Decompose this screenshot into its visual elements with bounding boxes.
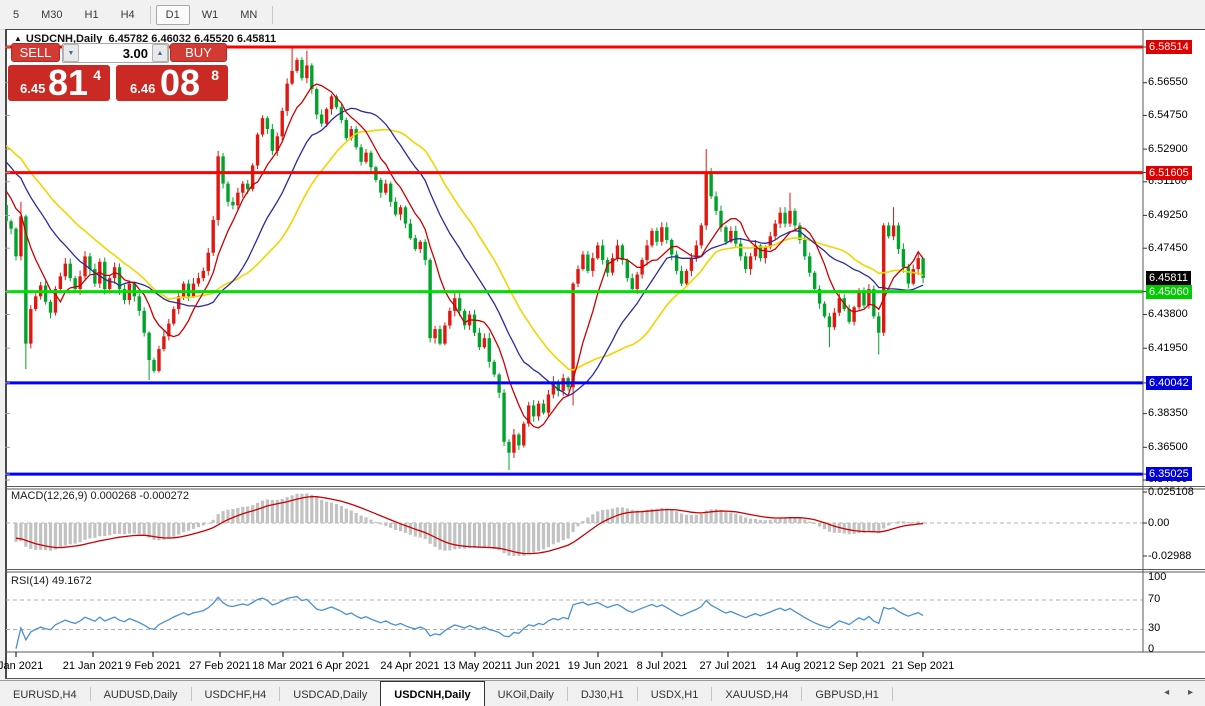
toolbar-separator	[272, 6, 273, 24]
timeframe-button-mn[interactable]: MN	[230, 5, 267, 25]
chart-tab-bar: EURUSD,H4AUDUSD,DailyUSDCHF,H4USDCAD,Dai…	[0, 680, 1205, 706]
timeframe-button-h4[interactable]: H4	[111, 5, 145, 25]
chart-tab-usdchf[interactable]: USDCHF,H4	[192, 681, 280, 706]
sell-button[interactable]: SELL	[11, 43, 60, 62]
timeframe-button-h1[interactable]: H1	[75, 5, 109, 25]
chart-tab-audusd[interactable]: AUDUSD,Daily	[91, 681, 191, 706]
chart-tab-usdcnh[interactable]: USDCNH,Daily	[380, 681, 484, 706]
sell-price-prefix: 6.45	[20, 81, 45, 96]
timeframe-button-m30[interactable]: M30	[31, 5, 72, 25]
chart-tab-gbpusd[interactable]: GBPUSD,H1	[802, 681, 892, 706]
tab-scroll-arrows[interactable]: ◂ ▸	[1164, 687, 1201, 698]
volume-input[interactable]	[79, 44, 152, 62]
timeframe-button-w1[interactable]: W1	[192, 5, 229, 25]
buy-button[interactable]: BUY	[170, 43, 227, 62]
volume-increase-button[interactable]: ▲	[152, 44, 168, 62]
sell-price-big: 81	[48, 65, 88, 101]
buy-price-block[interactable]: 6.46 08 8	[116, 65, 228, 101]
buy-price-big: 08	[160, 65, 200, 101]
chart-tab-usdx[interactable]: USDX,H1	[638, 681, 712, 706]
buy-price-prefix: 6.46	[130, 81, 155, 96]
chart-tab-xauusd[interactable]: XAUUSD,H4	[712, 681, 801, 706]
buy-price-pip: 8	[211, 67, 219, 83]
toolbar-separator	[150, 6, 151, 24]
mt4-terminal: 5M30H1H4D1W1MN ▲USDCNH,Daily 6.45782 6.4…	[0, 0, 1205, 706]
chart-tab-usdcad[interactable]: USDCAD,Daily	[280, 681, 380, 706]
sell-price-block[interactable]: 6.45 81 4	[8, 65, 110, 101]
volume-decrease-button[interactable]: ▼	[63, 44, 79, 62]
timeframe-toolbar: 5M30H1H4 D1W1MN	[0, 0, 1205, 30]
timeframe-button-5[interactable]: 5	[3, 5, 29, 25]
tab-separator	[892, 687, 893, 701]
sell-price-pip: 4	[93, 67, 101, 83]
one-click-trade-panel: SELL ▼ ▲ BUY 6.45 81 4 6.46 08 8	[8, 43, 229, 101]
price-chart-canvas[interactable]	[5, 29, 1205, 679]
volume-group: ▼ ▲	[62, 43, 169, 63]
chart-tab-eurusd[interactable]: EURUSD,H4	[0, 681, 90, 706]
chart-tab-dj30[interactable]: DJ30,H1	[568, 681, 637, 706]
timeframe-button-d1[interactable]: D1	[156, 5, 190, 25]
chart-tab-ukoil[interactable]: UKOil,Daily	[485, 681, 567, 706]
